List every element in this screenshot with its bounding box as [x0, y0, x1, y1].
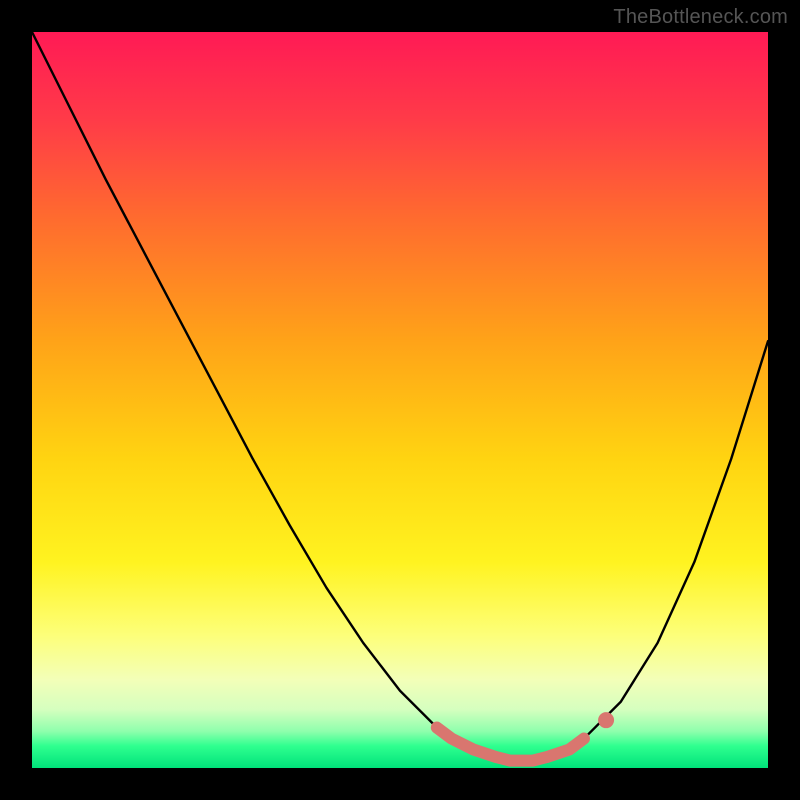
- optimal-range-overlay: [437, 728, 584, 761]
- curve-layer: [32, 32, 768, 768]
- watermark-text: TheBottleneck.com: [613, 6, 788, 29]
- bottleneck-curve: [32, 32, 768, 761]
- chart-frame: TheBottleneck.com: [0, 0, 800, 800]
- plot-area: [32, 32, 768, 768]
- optimal-marker-dot: [598, 712, 614, 728]
